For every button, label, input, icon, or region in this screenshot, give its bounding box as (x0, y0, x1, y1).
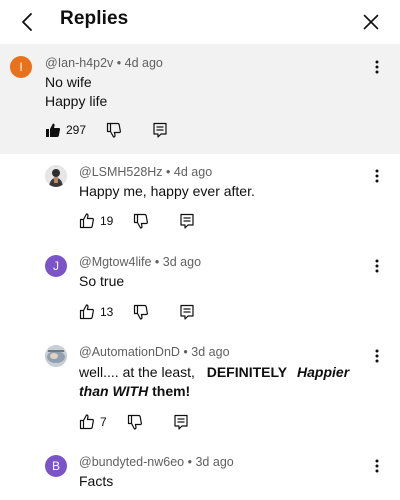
vertical-dots-icon (375, 169, 379, 183)
like-count: 297 (66, 123, 87, 137)
reply-comment: @AutomationDnD • 3d ago well.... at the … (0, 334, 400, 444)
avatar-letter: I (19, 60, 23, 74)
comment-text: well.... at the least, DEFINITELY Happie… (79, 363, 369, 401)
comment-actions: 19 (79, 211, 195, 231)
comment-time: 3d ago (195, 455, 234, 469)
dislike-button[interactable] (106, 122, 122, 138)
comment-text-bold: them! (152, 383, 191, 399)
comment-meta: @Mgtow4life • 3d ago (79, 255, 201, 269)
back-arrow-icon (22, 13, 32, 31)
comment-meta: @AutomationDnD • 3d ago (79, 345, 230, 359)
meta-separator: • (183, 345, 188, 359)
comment-meta: @LSMH528Hz • 4d ago (79, 165, 212, 179)
comment-text-line: Happy life (45, 93, 108, 109)
comment-author[interactable]: @Mgtow4life (79, 255, 151, 269)
avatar[interactable] (45, 165, 67, 187)
reply-comment-icon (180, 304, 194, 320)
thumbs-up-icon (79, 304, 94, 320)
reply-button[interactable] (173, 414, 189, 430)
avatar-photo-icon (45, 165, 67, 187)
meta-separator: • (166, 165, 171, 179)
comment-actions: 13 (79, 302, 195, 322)
page-title: Replies (60, 8, 129, 29)
reply-comment: J @Mgtow4life • 3d ago So true 13 (0, 244, 400, 334)
comment-time: 3d ago (191, 345, 230, 359)
avatar-letter: B (51, 459, 60, 473)
thumbs-down-icon (134, 304, 149, 320)
thumbs-up-filled-icon (46, 123, 61, 137)
avatar-photo-icon (45, 345, 67, 367)
comment-author[interactable]: @bundyted-nw6eo (79, 455, 184, 469)
comment-time: 3d ago (162, 255, 202, 269)
vertical-dots-icon (375, 459, 379, 473)
vertical-dots-icon (375, 349, 379, 363)
vertical-dots-icon (375, 259, 379, 273)
dislike-button[interactable] (127, 414, 143, 430)
reply-button[interactable] (152, 122, 168, 138)
comment-author[interactable]: @Ian-h4p2v (45, 56, 113, 70)
reply-comment-icon (153, 122, 167, 138)
avatar[interactable]: B (45, 455, 67, 477)
parent-comment: I @Ian-h4p2v • 4d ago No wife Happy life… (0, 44, 400, 154)
thumbs-up-icon (79, 414, 94, 430)
thumbs-down-icon (134, 213, 149, 229)
meta-separator: • (154, 255, 160, 269)
thumbs-down-icon (127, 414, 142, 430)
reply-comment: @LSMH528Hz • 4d ago Happy me, happy ever… (0, 154, 400, 244)
comment-actions: 7 (79, 412, 189, 432)
comment-meta: @bundyted-nw6eo • 3d ago (79, 455, 234, 469)
comment-text: So true (79, 273, 125, 289)
comment-actions: 297 (45, 120, 168, 140)
comment-author[interactable]: @LSMH528Hz (79, 165, 163, 179)
like-button[interactable]: 297 (45, 122, 86, 138)
dislike-button[interactable] (133, 304, 149, 320)
thumbs-down-icon (106, 122, 121, 138)
comment-text: Facts (79, 473, 114, 489)
close-icon (363, 14, 379, 30)
like-count: 13 (100, 305, 114, 319)
like-count: 19 (100, 214, 114, 228)
reply-button[interactable] (179, 213, 195, 229)
vertical-dots-icon (375, 60, 379, 74)
more-options-button[interactable] (368, 56, 386, 78)
more-options-button[interactable] (368, 455, 386, 477)
back-button[interactable] (14, 9, 40, 35)
comment-author[interactable]: @AutomationDnD (79, 345, 180, 359)
close-button[interactable] (358, 9, 384, 35)
comment-text-bold-italic: Happier (297, 364, 350, 380)
avatar[interactable]: I (10, 56, 32, 78)
comment-meta: @Ian-h4p2v • 4d ago (45, 56, 163, 70)
comment-text-line: No wife (45, 74, 92, 90)
like-button[interactable]: 7 (79, 414, 107, 430)
more-options-button[interactable] (368, 255, 386, 277)
comment-time: 4d ago (173, 165, 213, 179)
dislike-button[interactable] (133, 213, 149, 229)
thumbs-up-icon (79, 213, 94, 229)
comment-text-bold: DEFINITELY (206, 364, 288, 380)
reply-comment-icon (174, 414, 188, 430)
comment-text: Happy me, happy ever after. (79, 183, 255, 199)
replies-header: Replies (0, 0, 400, 44)
meta-separator: • (116, 56, 122, 70)
reply-button[interactable] (179, 304, 195, 320)
reply-comment: B @bundyted-nw6eo • 3d ago Facts (0, 444, 400, 500)
more-options-button[interactable] (368, 165, 386, 187)
avatar-letter: J (53, 259, 59, 273)
like-button[interactable]: 13 (79, 304, 113, 320)
comment-time: 4d ago (124, 56, 163, 70)
more-options-button[interactable] (368, 345, 386, 367)
comment-text: No wife Happy life (45, 73, 107, 111)
avatar[interactable] (45, 345, 67, 367)
comment-text-bold-italic: than WITH (79, 383, 149, 399)
avatar[interactable]: J (45, 255, 67, 277)
comment-text-part: well.... at the least, (79, 364, 199, 380)
reply-comment-icon (180, 213, 194, 229)
like-button[interactable]: 19 (79, 213, 113, 229)
meta-separator: • (187, 455, 192, 469)
like-count: 7 (100, 415, 107, 429)
